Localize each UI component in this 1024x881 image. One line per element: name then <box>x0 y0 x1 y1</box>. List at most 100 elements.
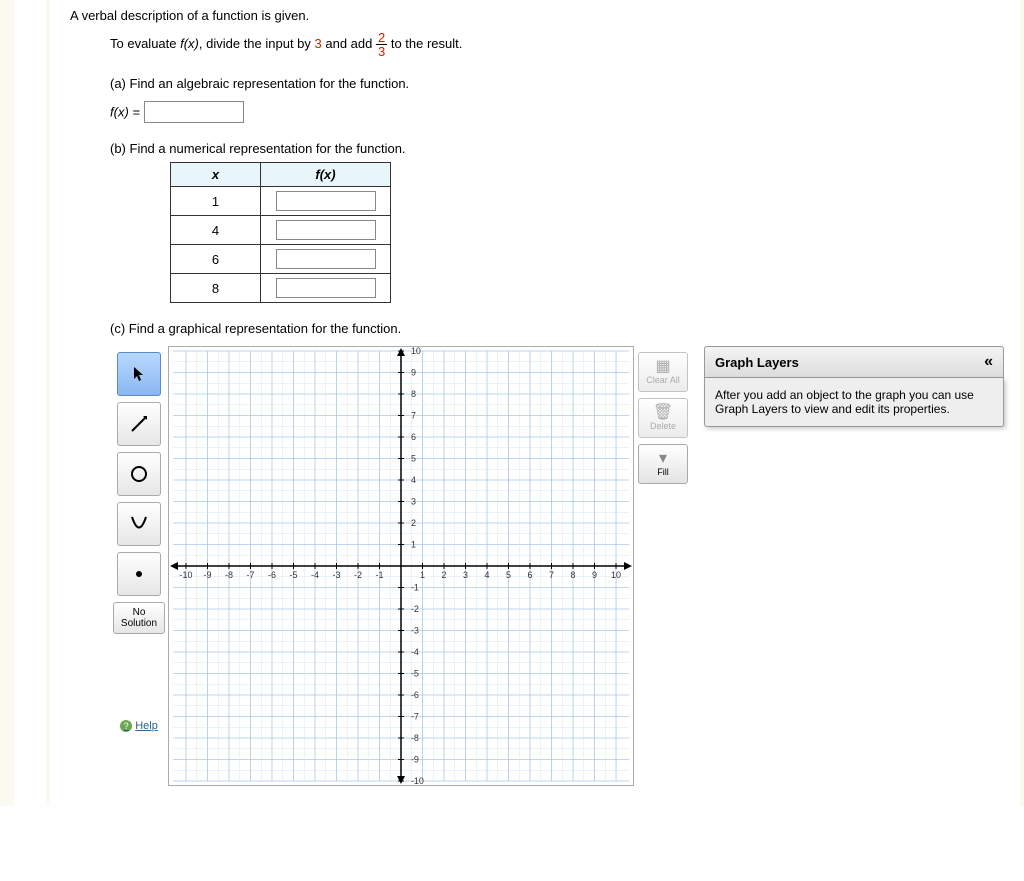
svg-text:1: 1 <box>411 539 416 549</box>
desc-fx: f(x) <box>180 36 199 51</box>
svg-text:9: 9 <box>592 570 597 580</box>
fx-input[interactable] <box>144 101 244 123</box>
x-cell: 8 <box>171 274 261 303</box>
svg-text:-9: -9 <box>204 570 212 580</box>
svg-text:-7: -7 <box>247 570 255 580</box>
layers-icon: ▦ <box>655 359 670 375</box>
svg-text:2: 2 <box>442 570 447 580</box>
fx-cell-input[interactable] <box>276 220 376 240</box>
fill-button[interactable]: ▾Fill <box>638 444 688 484</box>
parabola-icon <box>129 514 149 534</box>
svg-text:3: 3 <box>463 570 468 580</box>
svg-text:-2: -2 <box>411 604 419 614</box>
help-link[interactable]: Help <box>120 640 158 732</box>
table-header-x: x <box>171 163 261 187</box>
svg-text:-10: -10 <box>180 570 193 580</box>
collapse-icon[interactable]: « <box>984 353 993 371</box>
bucket-icon: ▾ <box>659 451 667 467</box>
layers-body: After you add an object to the graph you… <box>704 378 1004 427</box>
frac-numerator: 2 <box>376 31 387 45</box>
tool-column-right: ▦Clear All 🗑Delete ▾Fill <box>634 346 692 484</box>
svg-text:6: 6 <box>411 432 416 442</box>
svg-text:6: 6 <box>528 570 533 580</box>
point-tool[interactable] <box>117 552 161 596</box>
delete-label: Delete <box>650 421 676 431</box>
svg-text:-3: -3 <box>333 570 341 580</box>
frac-denominator: 3 <box>376 45 387 58</box>
svg-text:-8: -8 <box>225 570 233 580</box>
svg-text:-8: -8 <box>411 733 419 743</box>
no-solution-button[interactable]: No Solution <box>113 602 165 634</box>
pointer-tool[interactable] <box>117 352 161 396</box>
svg-text:-9: -9 <box>411 755 419 765</box>
fx-cell-input[interactable] <box>276 191 376 211</box>
desc-suffix: to the result. <box>387 36 462 51</box>
fx-label-rest: (x) = <box>114 105 140 120</box>
svg-text:-4: -4 <box>311 570 319 580</box>
grid-svg: 1-11-12-22-23-33-34-44-45-55-56-66-67-77… <box>169 347 633 785</box>
table-header-fx: f(x) <box>261 163 391 187</box>
svg-text:-6: -6 <box>268 570 276 580</box>
svg-text:8: 8 <box>411 389 416 399</box>
table-row: 6 <box>171 245 391 274</box>
clear-label: Clear All <box>646 375 680 385</box>
part-b: (b) Find a numerical representation for … <box>110 141 1004 303</box>
part-c-prompt: (c) Find a graphical representation for … <box>110 321 1004 336</box>
svg-text:-10: -10 <box>411 776 424 785</box>
svg-text:-2: -2 <box>354 570 362 580</box>
table-row: 8 <box>171 274 391 303</box>
part-a: (a) Find an algebraic representation for… <box>110 76 1004 123</box>
fx-equation-row: f(x) = <box>110 101 1004 123</box>
desc-fraction: 23 <box>376 31 387 58</box>
svg-text:-6: -6 <box>411 690 419 700</box>
line-tool[interactable] <box>117 402 161 446</box>
svg-text:-5: -5 <box>411 668 419 678</box>
fx-cell-input[interactable] <box>276 278 376 298</box>
x-cell: 4 <box>171 216 261 245</box>
svg-text:5: 5 <box>411 453 416 463</box>
svg-text:-5: -5 <box>290 570 298 580</box>
intro-text: A verbal description of a function is gi… <box>70 8 1004 23</box>
svg-text:10: 10 <box>611 570 621 580</box>
circle-tool[interactable] <box>117 452 161 496</box>
delete-button[interactable]: 🗑Delete <box>638 398 688 438</box>
line-icon <box>129 414 149 434</box>
graph-canvas[interactable]: 1-11-12-22-23-33-34-44-45-55-56-66-67-77… <box>168 346 634 786</box>
svg-text:5: 5 <box>506 570 511 580</box>
clear-all-button[interactable]: ▦Clear All <box>638 352 688 392</box>
pointer-icon <box>131 366 147 382</box>
desc-mid2: and add <box>322 36 376 51</box>
fill-label: Fill <box>657 467 669 477</box>
svg-text:-1: -1 <box>376 570 384 580</box>
trash-icon: 🗑 <box>653 405 673 421</box>
svg-text:4: 4 <box>411 475 416 485</box>
parabola-tool[interactable] <box>117 502 161 546</box>
desc-divisor: 3 <box>315 36 322 51</box>
svg-text:-4: -4 <box>411 647 419 657</box>
svg-text:3: 3 <box>411 496 416 506</box>
svg-text:2: 2 <box>411 518 416 528</box>
desc-prefix: To evaluate <box>110 36 180 51</box>
help-label: Help <box>135 720 158 732</box>
svg-text:-3: -3 <box>411 625 419 635</box>
desc-mid1: , divide the input by <box>199 36 315 51</box>
svg-text:1: 1 <box>420 570 425 580</box>
table-row: 4 <box>171 216 391 245</box>
layers-header: Graph Layers « <box>704 346 1004 378</box>
circle-icon <box>129 464 149 484</box>
point-icon <box>132 567 146 581</box>
graph-layers-panel: Graph Layers « After you add an object t… <box>704 346 1004 427</box>
svg-text:10: 10 <box>411 347 421 356</box>
graph-area: No Solution Help <box>110 346 1004 786</box>
fx-cell-input[interactable] <box>276 249 376 269</box>
svg-text:8: 8 <box>571 570 576 580</box>
svg-text:-1: -1 <box>411 582 419 592</box>
x-cell: 6 <box>171 245 261 274</box>
svg-text:9: 9 <box>411 367 416 377</box>
part-c: (c) Find a graphical representation for … <box>110 321 1004 786</box>
numerical-table: x f(x) 1 4 6 8 <box>170 162 391 303</box>
layers-title: Graph Layers <box>715 355 799 370</box>
part-b-prompt: (b) Find a numerical representation for … <box>110 141 1004 156</box>
part-a-prompt: (a) Find an algebraic representation for… <box>110 76 1004 91</box>
svg-text:-7: -7 <box>411 711 419 721</box>
